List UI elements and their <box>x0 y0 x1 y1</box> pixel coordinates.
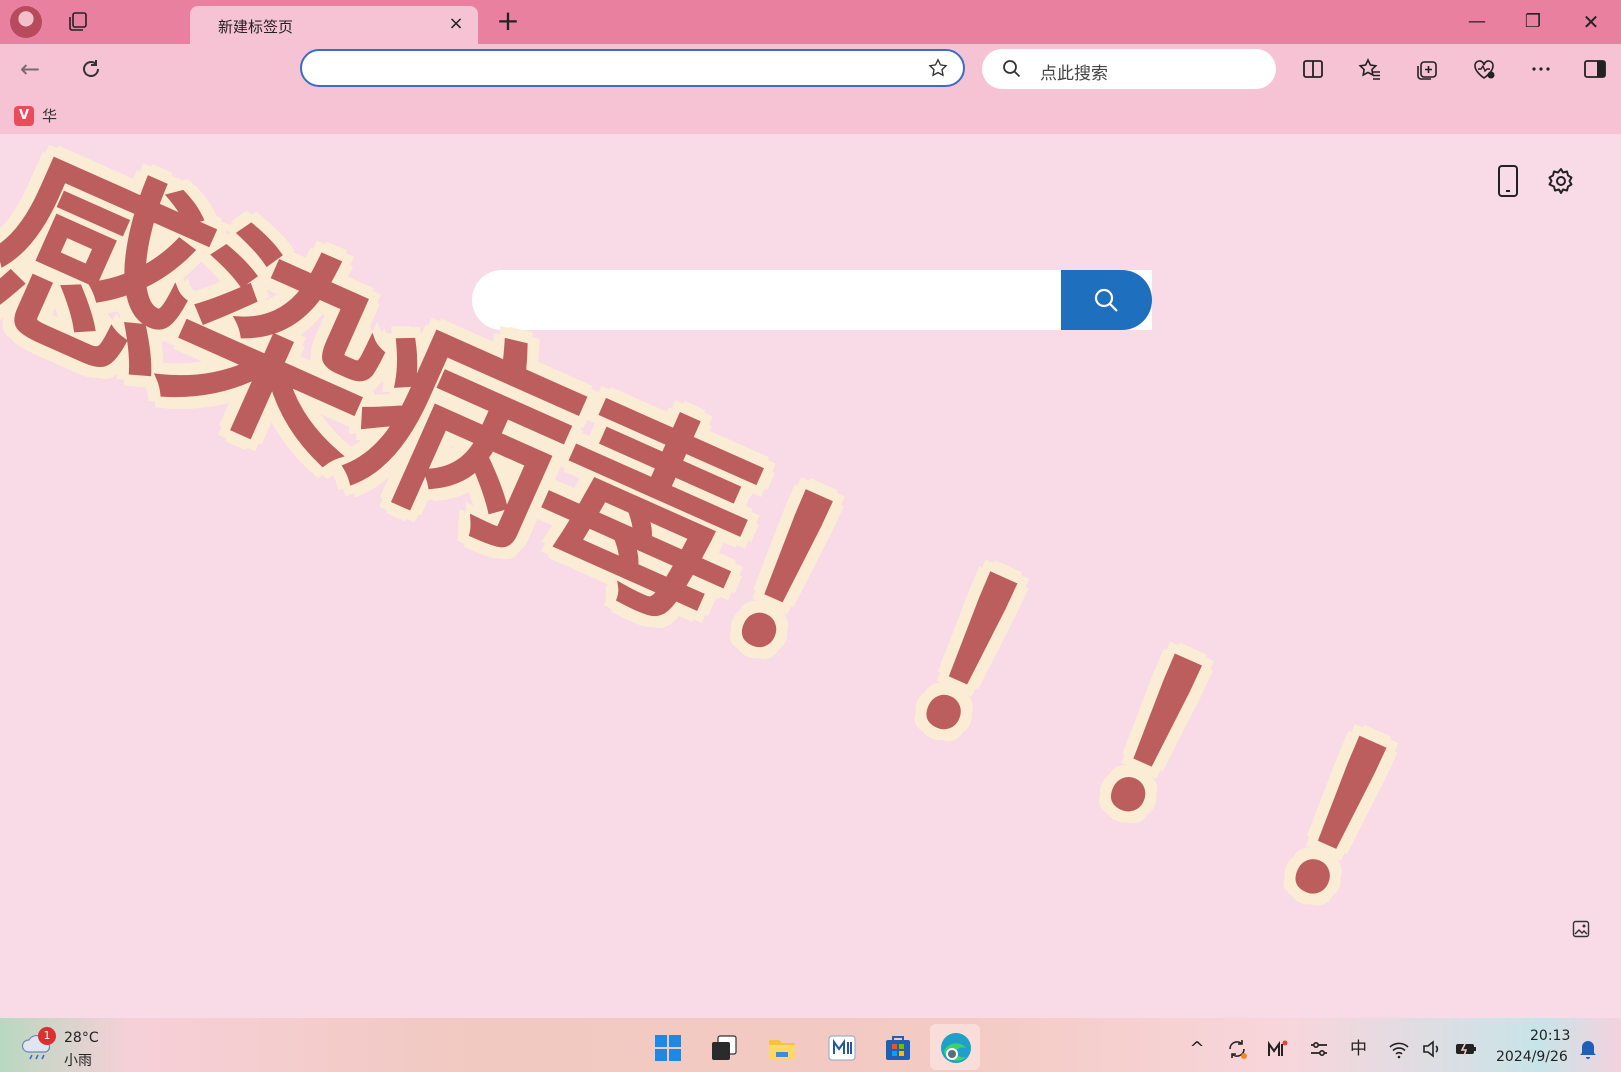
tab-actions-icon[interactable] <box>66 10 90 34</box>
gear-icon[interactable] <box>1546 166 1576 196</box>
quick-settings-icon[interactable] <box>1308 1038 1330 1060</box>
file-explorer-icon[interactable] <box>766 1032 798 1064</box>
phone-icon[interactable] <box>1496 164 1520 198</box>
bookmark-app-icon[interactable]: V <box>14 106 34 126</box>
search-icon <box>1002 59 1022 79</box>
weather-temperature[interactable]: 28°C <box>64 1030 99 1046</box>
ntp-search-button[interactable] <box>1061 270 1152 330</box>
edge-browser-icon[interactable] <box>936 1028 976 1068</box>
ntp-search-input[interactable] <box>472 270 1152 330</box>
search-placeholder: 点此搜索 <box>1040 64 1108 84</box>
browser-essentials-icon[interactable] <box>1471 56 1497 82</box>
tray-overflow-chevron[interactable]: ^ <box>1186 1038 1208 1060</box>
sidebar-toggle-icon[interactable] <box>1582 56 1608 82</box>
taskbar <box>0 1018 1621 1072</box>
refresh-icon[interactable] <box>78 56 104 82</box>
clock-time[interactable]: 20:13 <box>1530 1028 1570 1044</box>
minimize-button[interactable]: — <box>1460 8 1494 36</box>
clock-date[interactable]: 2024/9/26 <box>1496 1049 1568 1065</box>
split-screen-icon[interactable] <box>1300 56 1326 82</box>
restore-button[interactable]: ❐ <box>1516 8 1550 36</box>
wifi-icon[interactable] <box>1388 1038 1410 1060</box>
microsoft-store-icon[interactable] <box>882 1032 914 1064</box>
collections-icon[interactable] <box>1414 56 1440 82</box>
mi-app-icon[interactable] <box>1266 1038 1288 1060</box>
tab-close-icon[interactable]: × <box>446 14 466 34</box>
background-image-icon[interactable] <box>1572 920 1590 938</box>
bookmark-bar <box>0 94 1621 134</box>
weather-condition[interactable]: 小雨 <box>64 1050 92 1070</box>
close-window-button[interactable]: ✕ <box>1574 8 1608 36</box>
profile-avatar[interactable] <box>10 6 42 38</box>
favorite-star-icon[interactable] <box>927 57 949 79</box>
sync-icon[interactable] <box>1226 1038 1248 1060</box>
more-menu-icon[interactable] <box>1528 56 1554 82</box>
back-button[interactable]: ← <box>20 56 50 82</box>
tab-new-tab[interactable]: 新建标签页 × <box>190 6 478 44</box>
task-view-icon[interactable] <box>708 1032 740 1064</box>
bookmark-label[interactable]: 华 <box>42 105 57 126</box>
address-bar[interactable] <box>300 49 965 87</box>
mail-app-icon[interactable] <box>826 1032 858 1064</box>
battery-charging-icon[interactable] <box>1454 1038 1476 1060</box>
favorites-icon[interactable] <box>1357 56 1383 82</box>
search-icon <box>1094 288 1118 312</box>
weather-alert-badge: 1 <box>38 1027 56 1045</box>
new-tab-button[interactable]: + <box>494 7 522 36</box>
toolbar-search-box[interactable]: 点此搜索 <box>982 49 1276 89</box>
ime-indicator[interactable]: 中 <box>1350 1038 1372 1060</box>
notification-bell-icon[interactable] <box>1578 1038 1598 1060</box>
windows-start-icon[interactable] <box>652 1032 684 1064</box>
volume-icon[interactable] <box>1420 1038 1442 1060</box>
tab-title: 新建标签页 <box>218 18 294 36</box>
